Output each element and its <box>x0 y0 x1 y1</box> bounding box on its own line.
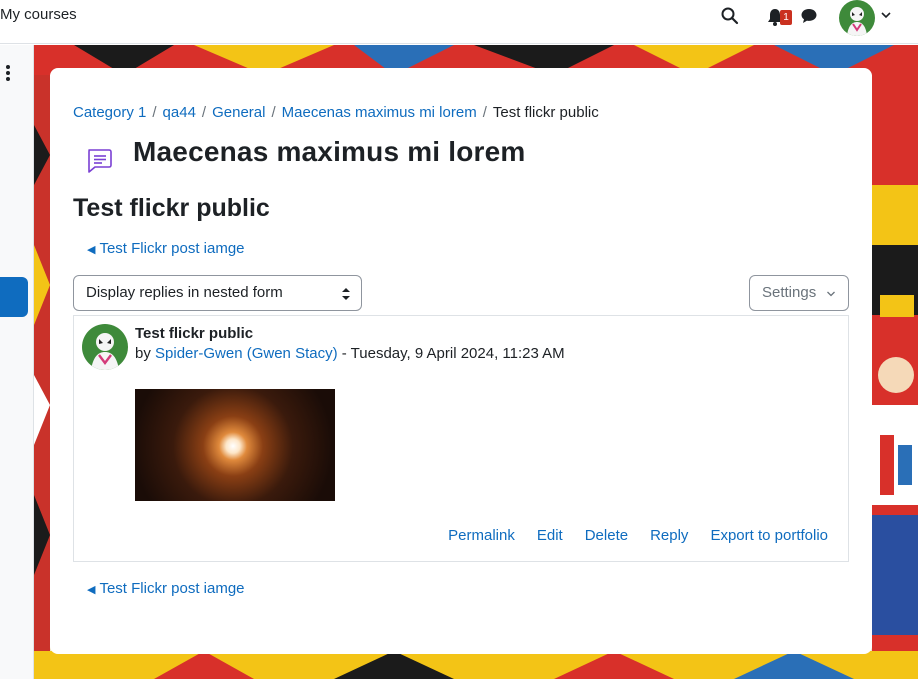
chevron-down-icon <box>827 291 835 297</box>
breadcrumb-separator: / <box>152 104 157 121</box>
post-author-link[interactable]: Spider-Gwen (Gwen Stacy) <box>155 345 338 362</box>
edit-link[interactable]: Edit <box>537 527 563 544</box>
chevron-down-icon[interactable] <box>880 9 892 21</box>
post-attached-image <box>135 389 335 501</box>
post-by-label: by <box>135 345 151 362</box>
breadcrumb-section[interactable]: General <box>212 104 265 121</box>
discussion-title: Test flickr public <box>73 194 270 222</box>
display-mode-value: Display replies in nested form <box>86 284 283 301</box>
previous-discussion-label: Test Flickr post iamge <box>99 240 245 257</box>
export-to-portfolio-link[interactable]: Export to portfolio <box>710 527 828 544</box>
triangle-left-icon: ◀ <box>87 584 96 596</box>
reply-link[interactable]: Reply <box>650 527 688 544</box>
previous-discussion-link[interactable]: ◀ Test Flickr post iamge <box>87 240 245 257</box>
previous-discussion-link-bottom[interactable]: ◀ Test Flickr post iamge <box>87 580 245 597</box>
breadcrumb-forum[interactable]: Maecenas maximus mi lorem <box>282 104 477 121</box>
breadcrumb-separator: / <box>482 104 487 121</box>
previous-discussion-label: Test Flickr post iamge <box>99 580 245 597</box>
permalink-link[interactable]: Permalink <box>448 527 515 544</box>
post-date: - Tuesday, 9 April 2024, 11:23 AM <box>341 345 565 362</box>
breadcrumb-separator: / <box>201 104 207 121</box>
settings-label: Settings <box>762 284 817 301</box>
author-avatar-image <box>82 324 128 370</box>
post-subject: Test flickr public <box>135 325 254 342</box>
forum-post: Test flickr public by Spider-Gwen (Gwen … <box>73 315 849 562</box>
triangle-left-icon: ◀ <box>87 244 96 256</box>
breadcrumb: Category 1 / qa44 / General / Maecenas maximus… <box>73 104 599 121</box>
more-options-icon[interactable] <box>3 63 13 83</box>
course-index-drawer <box>0 45 34 679</box>
main-content-card: Category 1 / qa44 / General / Maecenas maximus… <box>50 68 872 654</box>
top-navbar: My courses 1 <box>0 0 918 44</box>
post-byline: by Spider-Gwen (Gwen Stacy) - Tuesday, 9… <box>135 345 565 362</box>
page-title: Maecenas maximus mi lorem <box>133 136 526 167</box>
select-updown-icon <box>342 288 350 300</box>
breadcrumb-current: Test flickr public <box>492 104 599 121</box>
user-avatar-image <box>839 0 875 36</box>
breadcrumb-category[interactable]: Category 1 <box>73 104 146 121</box>
breadcrumb-separator: / <box>271 104 276 121</box>
breadcrumb-course[interactable]: qa44 <box>163 104 196 121</box>
display-mode-select[interactable]: Display replies in nested form <box>73 275 362 311</box>
search-icon[interactable] <box>720 6 740 26</box>
forum-icon <box>88 149 112 173</box>
post-actions: Permalink Edit Delete Reply Export to portfo… <box>426 527 828 544</box>
author-avatar[interactable] <box>82 324 128 370</box>
settings-button[interactable]: Settings <box>749 275 849 311</box>
nav-my-courses-link[interactable]: My courses <box>0 6 77 23</box>
notification-count-badge: 1 <box>780 10 792 25</box>
user-avatar[interactable] <box>839 0 875 36</box>
delete-link[interactable]: Delete <box>585 527 628 544</box>
drawer-toggle-tab[interactable] <box>0 277 28 317</box>
chat-icon[interactable] <box>800 7 818 25</box>
